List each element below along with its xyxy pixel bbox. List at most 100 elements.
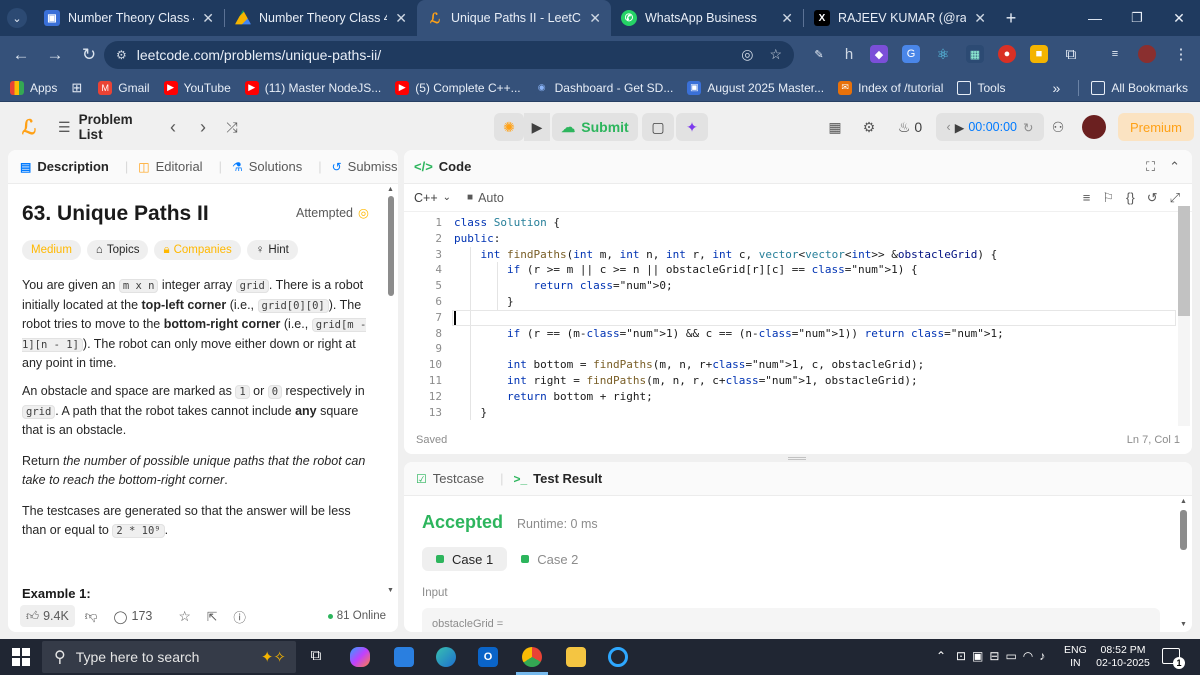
ai-assist-button[interactable]: ✦ <box>676 113 708 141</box>
case-2-tab[interactable]: Case 2 <box>507 547 592 571</box>
scroll-up-icon[interactable]: ▲ <box>387 186 394 193</box>
maximize-icon[interactable]: ⛶ <box>1146 159 1155 175</box>
next-problem-button[interactable]: › <box>194 113 212 141</box>
help-icon[interactable]: ⓘ <box>233 607 246 626</box>
tab-solutions[interactable]: ⚗ Solutions <box>232 159 302 174</box>
browser-tab[interactable]: ✆ WhatsApp Business ✕ <box>611 0 803 36</box>
scrollbar-thumb[interactable] <box>1178 206 1190 316</box>
notes-button[interactable]: ▢ <box>642 113 674 141</box>
tab-testcase[interactable]: ☑ Testcase <box>416 471 484 486</box>
clock[interactable]: 08:52 PM 02-10-2025 <box>1096 644 1150 670</box>
red-extension-icon[interactable]: ● <box>998 45 1016 63</box>
cube-extension-icon[interactable]: ▦ <box>966 45 984 63</box>
star-icon[interactable]: ☆ <box>769 46 782 63</box>
close-icon[interactable]: ✕ <box>202 10 214 27</box>
notification-center[interactable]: 1 <box>1162 648 1185 669</box>
panel-resize-handle[interactable] <box>788 457 806 460</box>
tray-icons[interactable]: ⊡▣⊟▭◠♪ <box>956 649 1051 663</box>
bookmark-apps[interactable]: Apps <box>10 80 57 95</box>
star-icon[interactable]: ☆ <box>178 608 191 625</box>
app-icon[interactable] <box>608 647 628 667</box>
case-1-tab[interactable]: Case 1 <box>422 547 508 571</box>
back-button[interactable]: ← <box>4 45 38 65</box>
bookmark-dashboard[interactable]: ◉ Dashboard - Get SD... <box>534 80 673 95</box>
chevron-up-icon[interactable]: ⌃ <box>936 649 946 663</box>
eye-off-icon[interactable]: ◎ <box>741 46 753 63</box>
close-window-button[interactable]: ✕ <box>1158 0 1200 36</box>
bookmarks-overflow-button[interactable]: » <box>1053 80 1061 96</box>
file-explorer-icon[interactable] <box>566 647 586 667</box>
description-scrollbar[interactable]: ▲ ▼ <box>387 186 394 594</box>
close-icon[interactable]: ✕ <box>395 10 407 27</box>
h-extension-icon[interactable]: h <box>840 45 858 63</box>
outlook-icon[interactable]: O <box>478 647 498 667</box>
reset-icon[interactable]: ↺ <box>1147 190 1158 206</box>
shuffle-icon[interactable]: ⤮ <box>222 113 242 141</box>
store-icon[interactable] <box>394 647 414 667</box>
reload-button[interactable]: ↻ <box>72 45 106 65</box>
restore-button[interactable]: ❐ <box>1116 0 1158 36</box>
prev-problem-button[interactable]: ‹ <box>164 113 182 141</box>
scroll-up-icon[interactable]: ▲ <box>1180 498 1187 505</box>
bookmark-tools[interactable]: Tools <box>957 80 1006 95</box>
edge-icon[interactable] <box>436 647 456 667</box>
bookmark-icon[interactable]: ⚐ <box>1102 190 1114 206</box>
close-icon[interactable]: ✕ <box>974 10 986 27</box>
tab-description[interactable]: ▤ Description <box>20 159 109 174</box>
purple-extension-icon[interactable]: ◆ <box>870 45 888 63</box>
language-select[interactable]: C++ ⌄ <box>414 191 451 205</box>
tab-editorial[interactable]: ◫ Editorial <box>138 159 202 174</box>
tab-search-button[interactable]: ⌄ <box>0 0 34 36</box>
avatar[interactable] <box>1082 115 1106 139</box>
kebab-menu-icon[interactable]: ⋮ <box>1172 45 1190 63</box>
bookmark-gmail[interactable]: M Gmail <box>98 80 150 95</box>
close-icon[interactable]: ✕ <box>781 10 793 27</box>
add-user-icon[interactable]: ⚇ <box>1048 113 1068 141</box>
fullscreen-icon[interactable]: ⤢ <box>1170 190 1180 206</box>
layout-icon[interactable]: ▦ <box>826 113 844 141</box>
reading-list-icon[interactable]: ≡ <box>1106 45 1124 63</box>
browser-tab[interactable]: X RAJEEV KUMAR (@rasprogr ✕ <box>804 0 996 36</box>
chrome-icon[interactable] <box>522 647 542 667</box>
run-button[interactable]: ▶ <box>524 113 550 141</box>
companies-chip[interactable]: 🔒︎ Companies <box>154 240 241 260</box>
minimize-button[interactable]: — <box>1074 0 1116 36</box>
format-icon[interactable]: ≡ <box>1083 190 1091 206</box>
result-scrollbar[interactable]: ▲ ▼ <box>1180 498 1188 628</box>
bookmark-cpp[interactable]: ▶ (5) Complete C++... <box>395 80 521 95</box>
submit-button[interactable]: ☁ Submit <box>552 113 638 141</box>
react-extension-icon[interactable]: ⚛ <box>934 45 952 63</box>
yellow-extension-icon[interactable]: ■ <box>1030 45 1048 63</box>
browser-tab-active[interactable]: ℒ Unique Paths II - LeetCode ✕ <box>417 0 611 36</box>
tab-groups-icon[interactable]: ⊞ <box>71 80 82 96</box>
scroll-down-icon[interactable]: ▼ <box>1180 621 1187 628</box>
leetcode-logo-icon[interactable]: ℒ <box>18 113 40 141</box>
windows-start-icon[interactable] <box>12 648 30 666</box>
share-icon[interactable]: ⇱ <box>207 609 217 624</box>
pen-extension-icon[interactable]: ✎ <box>810 45 828 63</box>
bookmark-august[interactable]: ▣ August 2025 Master... <box>687 80 824 95</box>
address-bar[interactable]: ⚙ leetcode.com/problems/unique-paths-ii/… <box>104 41 794 69</box>
bookmark-index[interactable]: ✉ Index of /tutorial <box>838 80 943 95</box>
extensions-icon[interactable]: ⧉ <box>1062 45 1080 63</box>
translate-extension-icon[interactable]: G <box>902 45 920 63</box>
bookmark-nodejs[interactable]: ▶ (11) Master NodeJS... <box>244 80 381 95</box>
settings-gear-icon[interactable]: ⚙ <box>860 113 878 141</box>
premium-button[interactable]: Premium <box>1118 113 1194 141</box>
forward-button[interactable]: → <box>38 45 72 65</box>
comments-button[interactable]: ◯ 173 <box>114 609 153 624</box>
problem-list-button[interactable]: ☰ Problem List <box>58 112 158 142</box>
task-view-icon[interactable]: ⧉ <box>306 647 326 667</box>
thumbs-down-icon[interactable]: 👎︎ <box>85 609 98 624</box>
code-editor[interactable]: 1 class Solution {2 public: 3 int findPaths… <box>404 214 1176 420</box>
braces-icon[interactable]: {} <box>1126 190 1135 206</box>
auto-mode[interactable]: ■ Auto <box>467 191 504 205</box>
collapse-icon[interactable]: ⌃ <box>1169 159 1180 175</box>
copilot-icon[interactable] <box>350 647 370 667</box>
timer-widget[interactable]: ‹ ▶ 00:00:00 ↻ <box>936 113 1044 141</box>
tab-submissions[interactable]: ↺ Submissions <box>332 159 398 174</box>
site-info-icon[interactable]: ⚙ <box>116 48 127 62</box>
all-bookmarks[interactable]: All Bookmarks <box>1091 80 1188 95</box>
language-indicator[interactable]: ENG IN <box>1064 644 1087 670</box>
scroll-down-icon[interactable]: ▼ <box>387 587 394 594</box>
